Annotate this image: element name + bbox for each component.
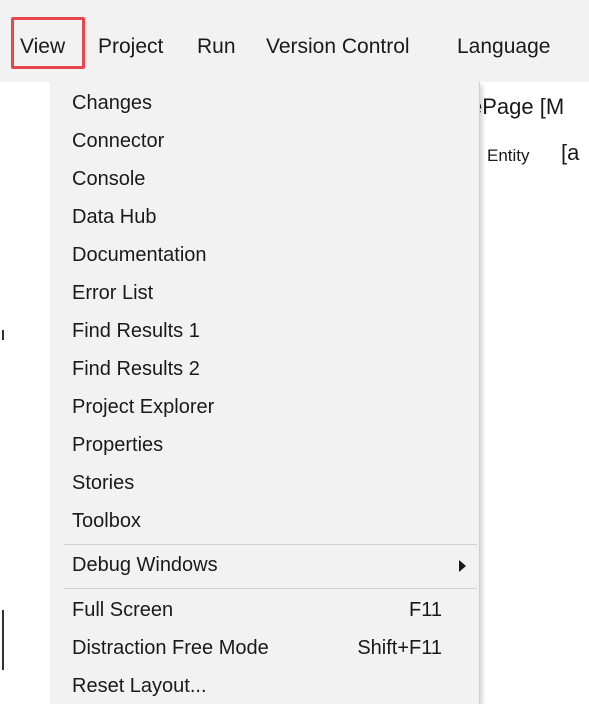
menu-item-label: Find Results 2 [72, 358, 200, 380]
menu-item-documentation[interactable]: Documentation [50, 237, 480, 273]
menu-item-label: Toolbox [72, 510, 141, 532]
menu-separator [64, 588, 477, 589]
menu-version-control[interactable]: Version Control [266, 29, 410, 65]
menu-item-shortcut: F11 [409, 599, 442, 621]
menu-item-label: Debug Windows [72, 554, 218, 576]
menu-item-console[interactable]: Console [50, 161, 480, 197]
menu-item-label: Error List [72, 282, 154, 304]
view-menu-highlight [11, 17, 85, 69]
menu-item-connector[interactable]: Connector [50, 123, 480, 159]
menu-item-stories[interactable]: Stories [50, 465, 480, 501]
menu-item-label: Console [72, 168, 146, 190]
menu-item-label: Documentation [72, 244, 207, 266]
menu-separator [64, 544, 477, 545]
edge-mark [2, 330, 4, 340]
menu-item-project-explorer[interactable]: Project Explorer [50, 389, 480, 425]
submenu-arrow-icon [459, 560, 466, 572]
menu-item-label: Reset Layout... [72, 675, 207, 697]
menu-item-label: Connector [72, 130, 165, 152]
menu-item-find-results-2[interactable]: Find Results 2 [50, 351, 480, 387]
menu-item-label: Stories [72, 472, 135, 494]
menu-bar: View Project Run Version Control Languag… [0, 0, 589, 82]
bracket-text: [a [561, 140, 580, 165]
menu-language[interactable]: Language [457, 29, 550, 65]
edge-mark [2, 610, 4, 670]
menu-item-reset-layout[interactable]: Reset Layout... [50, 668, 480, 704]
menu-item-properties[interactable]: Properties [50, 427, 480, 463]
document-title: ePage [M [470, 94, 565, 119]
menu-item-data-hub[interactable]: Data Hub [50, 199, 480, 235]
menu-item-toolbox[interactable]: Toolbox [50, 503, 480, 539]
menu-run[interactable]: Run [197, 29, 236, 65]
menu-item-find-results-1[interactable]: Find Results 1 [50, 313, 480, 349]
menu-item-label: Properties [72, 434, 164, 456]
menu-item-label: Project Explorer [72, 396, 215, 418]
menu-item-label: Distraction Free Mode [72, 637, 269, 659]
menu-item-debug-windows[interactable]: Debug Windows [50, 547, 480, 583]
view-dropdown-menu: Changes Connector Console Data Hub Docum… [50, 82, 480, 704]
menu-item-label: Find Results 1 [72, 320, 200, 342]
menu-item-label: Full Screen [72, 599, 174, 621]
menu-item-changes[interactable]: Changes [50, 85, 480, 121]
menu-item-label: Data Hub [72, 206, 157, 228]
menu-item-error-list[interactable]: Error List [50, 275, 480, 311]
menu-item-shortcut: Shift+F11 [357, 637, 442, 659]
menu-item-full-screen[interactable]: Full Screen F11 [50, 592, 480, 628]
menu-project[interactable]: Project [98, 29, 163, 65]
menu-item-label: Changes [72, 92, 153, 114]
entity-label: Entity [487, 146, 530, 165]
menu-item-distraction-free-mode[interactable]: Distraction Free Mode Shift+F11 [50, 630, 480, 666]
